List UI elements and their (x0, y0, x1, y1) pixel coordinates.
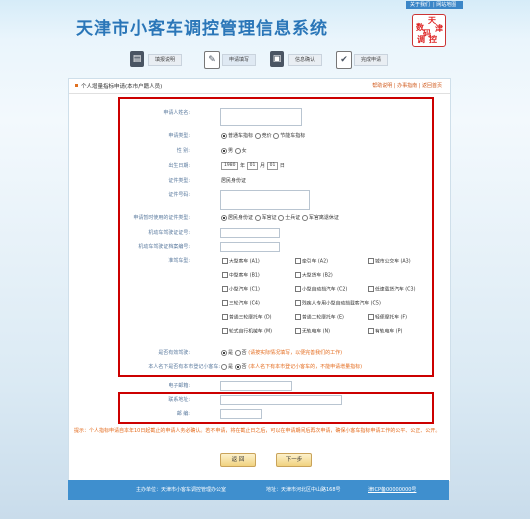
check-icon: ✔ (336, 51, 352, 69)
top-links: 关于我们 | 网站地图 (406, 1, 464, 9)
footer: 主办单位：天津市小客车调控管理办公室 地址：天津市河北区中山路168号 津ICP… (68, 480, 449, 500)
edit-icon: ✎ (204, 51, 220, 69)
panel-header: 个人增量指标申请(本市户籍人员) 帮助说明 | 办事指南 | 返回首页 (69, 79, 450, 94)
highlight-box-address (118, 392, 434, 424)
footer-icp-link[interactable]: 津ICP备00000000号 (368, 480, 416, 500)
bullet-icon (75, 84, 78, 87)
top-banner: 天津市小客车调控管理信息系统 关于我们 | 网站地图 天 津 数 码 调 控 (0, 0, 530, 47)
progress-steps: ▤ 填报说明 ✎ 申请填写 ▣ 信息确认 ✔ 完成申请 (130, 50, 410, 69)
email-row: 电子邮箱: (0, 381, 530, 391)
panel-title: 个人增量指标申请(本市户籍人员) (81, 84, 163, 90)
sitemap-link[interactable]: 网站地图 (436, 2, 456, 8)
next-button[interactable]: 下一步 (276, 453, 312, 467)
footer-sponsor: 主办单位：天津市小客车调控管理办公室 (136, 487, 227, 493)
email-input[interactable] (220, 381, 292, 391)
panel-links[interactable]: 帮助说明 | 办事指南 | 返回首页 (372, 82, 442, 89)
site-logo: 天 津 数 码 调 控 (412, 14, 446, 47)
notice-text: 提示：个人指标申请自本年10日起截止的申请人务必确认。若不申请，将在截止日之后，… (74, 428, 441, 434)
back-button[interactable]: 返 回 (220, 453, 256, 467)
about-link[interactable]: 关于我们 (410, 2, 430, 8)
site-title: 天津市小客车调控管理信息系统 (76, 19, 328, 39)
highlight-box-main (118, 97, 434, 377)
document-icon: ▤ (130, 51, 144, 67)
save-icon: ▣ (270, 51, 284, 67)
footer-address: 地址：天津市河北区中山路168号 (266, 487, 341, 493)
